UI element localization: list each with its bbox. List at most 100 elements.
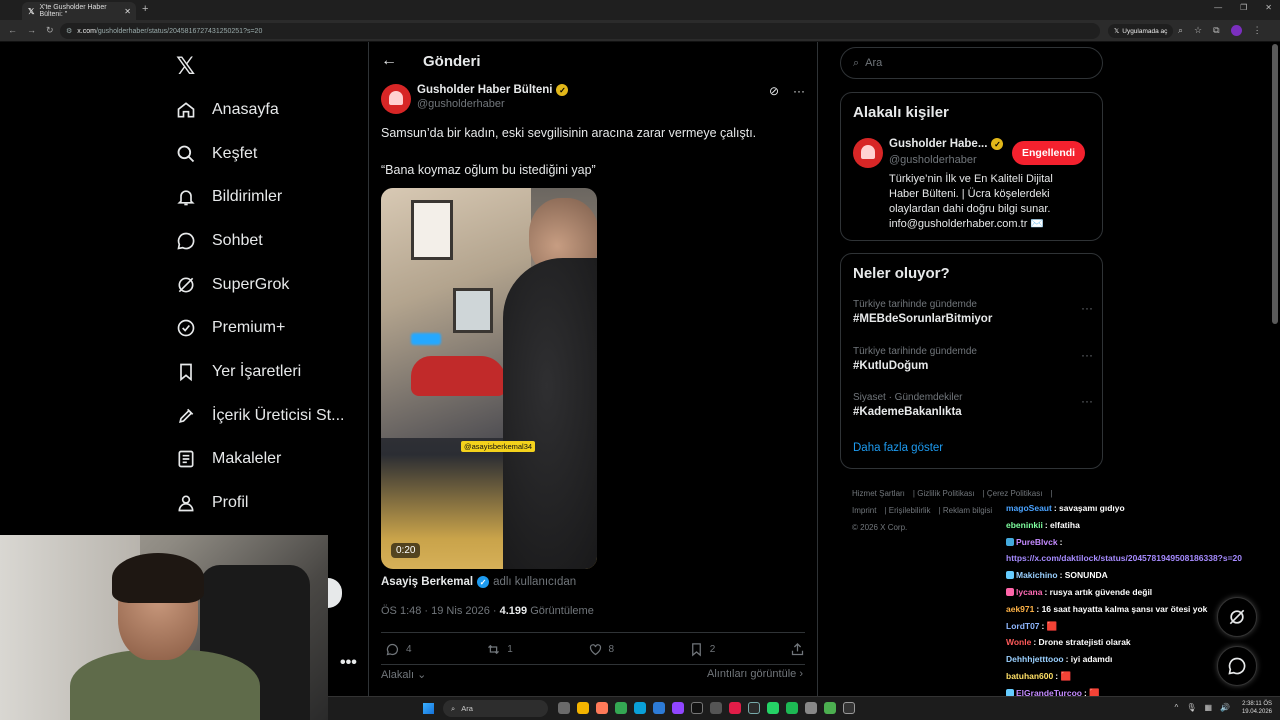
author-handle[interactable]: @gusholderhaber <box>417 98 568 110</box>
privacy-link[interactable]: Gizlilik Politikası <box>917 489 974 498</box>
post-button-partial[interactable] <box>328 578 342 608</box>
share-button[interactable] <box>790 642 805 657</box>
taskbar-clock[interactable]: 2:38:11 ÖS 19.04.2026 <box>1242 700 1272 716</box>
ads-info-link[interactable]: Reklam bilgisi <box>943 506 992 515</box>
more-options-icon[interactable]: ··· <box>1081 301 1093 315</box>
star-icon[interactable]: ☆ <box>1194 25 1202 36</box>
search-input[interactable]: ⌕ Ara <box>840 47 1103 79</box>
reload-icon[interactable]: ↻ <box>46 25 54 36</box>
profile-avatar-icon[interactable] <box>1230 25 1242 36</box>
windows-start-icon[interactable] <box>423 703 434 714</box>
edge-icon[interactable] <box>653 702 665 714</box>
related-name[interactable]: Gusholder Habe... <box>889 138 987 150</box>
menu-icon[interactable]: ⋮ <box>1253 25 1262 36</box>
blocked-button[interactable]: Engellendi <box>1012 141 1086 165</box>
windows-taskbar: ⌕ Ara ^ 🎙 ▦ 🔊 2:38:11 ÖS 19.04.2026 <box>328 696 1280 720</box>
post-author[interactable]: Gusholder Haber Bülteni ✓ @gusholderhabe… <box>381 84 569 114</box>
app-icon[interactable] <box>710 702 722 714</box>
post-timestamp[interactable]: ÖS 1:48 · 19 Nis 2026 · <box>381 605 497 617</box>
trend-item[interactable]: Siyaset · Gündemdekiler #KademeBakanlıkt… <box>853 392 1093 418</box>
terms-link[interactable]: Hizmet Şartları <box>852 489 905 498</box>
reply-sort-dropdown[interactable]: Alakalı ⌄ <box>381 668 426 681</box>
chat-text: : iyi adamdı <box>1065 654 1113 665</box>
browser-tab[interactable]: 𝕏 X'te Gusholder Haber Bülteni: " ✕ <box>22 2 136 20</box>
app-icon[interactable] <box>729 702 741 714</box>
nav-item-creator-studio[interactable]: İçerik Üreticisi St... <box>176 394 344 438</box>
grok-fab[interactable] <box>1217 597 1257 637</box>
new-tab-button[interactable]: + <box>142 3 148 15</box>
view-quotes-link[interactable]: Alıntıları görüntüle › <box>707 668 803 680</box>
close-tab-icon[interactable]: ✕ <box>124 7 131 16</box>
app-icon[interactable] <box>691 702 703 714</box>
file-explorer-icon[interactable] <box>577 702 589 714</box>
app-icon[interactable] <box>824 702 836 714</box>
nav-item-bookmarks[interactable]: Yer İşaretleri <box>176 350 344 394</box>
whatsapp-icon[interactable] <box>767 702 779 714</box>
messages-fab[interactable] <box>1217 646 1257 686</box>
nav-item-chat[interactable]: Sohbet <box>176 219 344 263</box>
nav-item-notifications[interactable]: Bildirimler <box>176 175 344 219</box>
spotify-icon[interactable] <box>786 702 798 714</box>
cookie-link[interactable]: Çerez Politikası <box>987 489 1043 498</box>
imprint-link[interactable]: Imprint <box>852 506 876 515</box>
maximize-button[interactable]: ❐ <box>1240 3 1247 12</box>
back-arrow-icon[interactable]: ← <box>381 52 397 70</box>
open-in-app-button[interactable]: 𝕏 Uygulamada aç <box>1108 24 1174 38</box>
more-options-icon[interactable]: ··· <box>793 84 805 98</box>
account-more-icon[interactable]: ••• <box>340 654 357 672</box>
nav-item-home[interactable]: Anasayfa <box>176 88 344 132</box>
chat-link[interactable]: https://x.com/daktilock/status/204578194… <box>1006 553 1242 563</box>
app-icon[interactable] <box>634 702 646 714</box>
app-icon[interactable] <box>748 702 760 714</box>
repost-button[interactable]: 1 <box>486 642 513 657</box>
volume-icon[interactable]: 🔊 <box>1220 703 1230 712</box>
taskbar-apps <box>558 702 855 714</box>
chat-message: https://x.com/daktilock/status/204578194… <box>1006 550 1280 567</box>
grok-explain-icon[interactable]: ⊘ <box>769 84 779 98</box>
post-video[interactable]: @asayisberkemal34 0:20 <box>381 188 597 569</box>
app-icon[interactable] <box>672 702 684 714</box>
chrome-icon[interactable] <box>615 702 627 714</box>
accessibility-link[interactable]: Erişilebilirlik <box>889 506 931 515</box>
related-bio: Türkiye’nin İlk ve En Kaliteli Dijital H… <box>889 173 1053 230</box>
nav-item-profile[interactable]: Profil <box>176 481 344 525</box>
app-icon[interactable] <box>843 702 855 714</box>
app-icon[interactable] <box>596 702 608 714</box>
bookmark-icon <box>691 643 701 657</box>
like-button[interactable]: 8 <box>588 642 614 657</box>
network-icon[interactable]: ▦ <box>1204 703 1212 712</box>
minimize-button[interactable]: — <box>1214 3 1222 12</box>
related-handle[interactable]: @gusholderhaber <box>889 154 977 166</box>
more-options-icon[interactable]: ··· <box>1081 394 1093 408</box>
site-info-icon[interactable]: ⚙ <box>66 27 72 35</box>
extensions-icon[interactable]: ⧉ <box>1213 25 1219 36</box>
nav-item-articles[interactable]: Makaleler <box>176 438 344 482</box>
mic-icon[interactable]: 🎙 <box>1186 703 1196 712</box>
zoom-icon[interactable]: ⌕ <box>1178 25 1183 36</box>
close-window-button[interactable]: ✕ <box>1265 3 1272 12</box>
chat-text: : 🟥 <box>1055 670 1072 681</box>
x-home-logo-icon[interactable]: 𝕏 <box>176 52 195 80</box>
avatar[interactable] <box>853 138 883 168</box>
back-nav-icon[interactable]: ← <box>8 25 17 36</box>
trend-item[interactable]: Türkiye tarihinde gündemde #MEBdeSorunla… <box>853 299 1093 325</box>
nav-item-supergrok[interactable]: SuperGrok <box>176 263 344 307</box>
source-name[interactable]: Asayiş Berkemal <box>381 576 473 588</box>
task-view-icon[interactable] <box>558 702 570 714</box>
verified-icon <box>177 319 195 337</box>
forward-nav-icon[interactable]: → <box>27 25 36 36</box>
trend-item[interactable]: Türkiye tarihinde gündemde #KutluDoğum ·… <box>853 346 1093 372</box>
avatar[interactable] <box>381 84 411 114</box>
nav-item-premium[interactable]: Premium+ <box>176 306 344 350</box>
taskbar-search[interactable]: ⌕ Ara <box>443 700 548 717</box>
reply-button[interactable]: 4 <box>385 642 412 657</box>
chevron-up-icon[interactable]: ^ <box>1175 703 1179 712</box>
app-icon[interactable] <box>805 702 817 714</box>
scrollbar[interactable] <box>1272 44 1278 324</box>
author-name[interactable]: Gusholder Haber Bülteni <box>417 84 552 96</box>
bookmark-button[interactable]: 2 <box>689 642 715 657</box>
more-options-icon[interactable]: ··· <box>1081 348 1093 362</box>
nav-item-explore[interactable]: Keşfet <box>176 132 344 176</box>
show-more-link[interactable]: Daha fazla göster <box>853 442 943 454</box>
url-field[interactable]: ⚙ x.com/gusholderhaber/status/2045816727… <box>60 23 1100 39</box>
